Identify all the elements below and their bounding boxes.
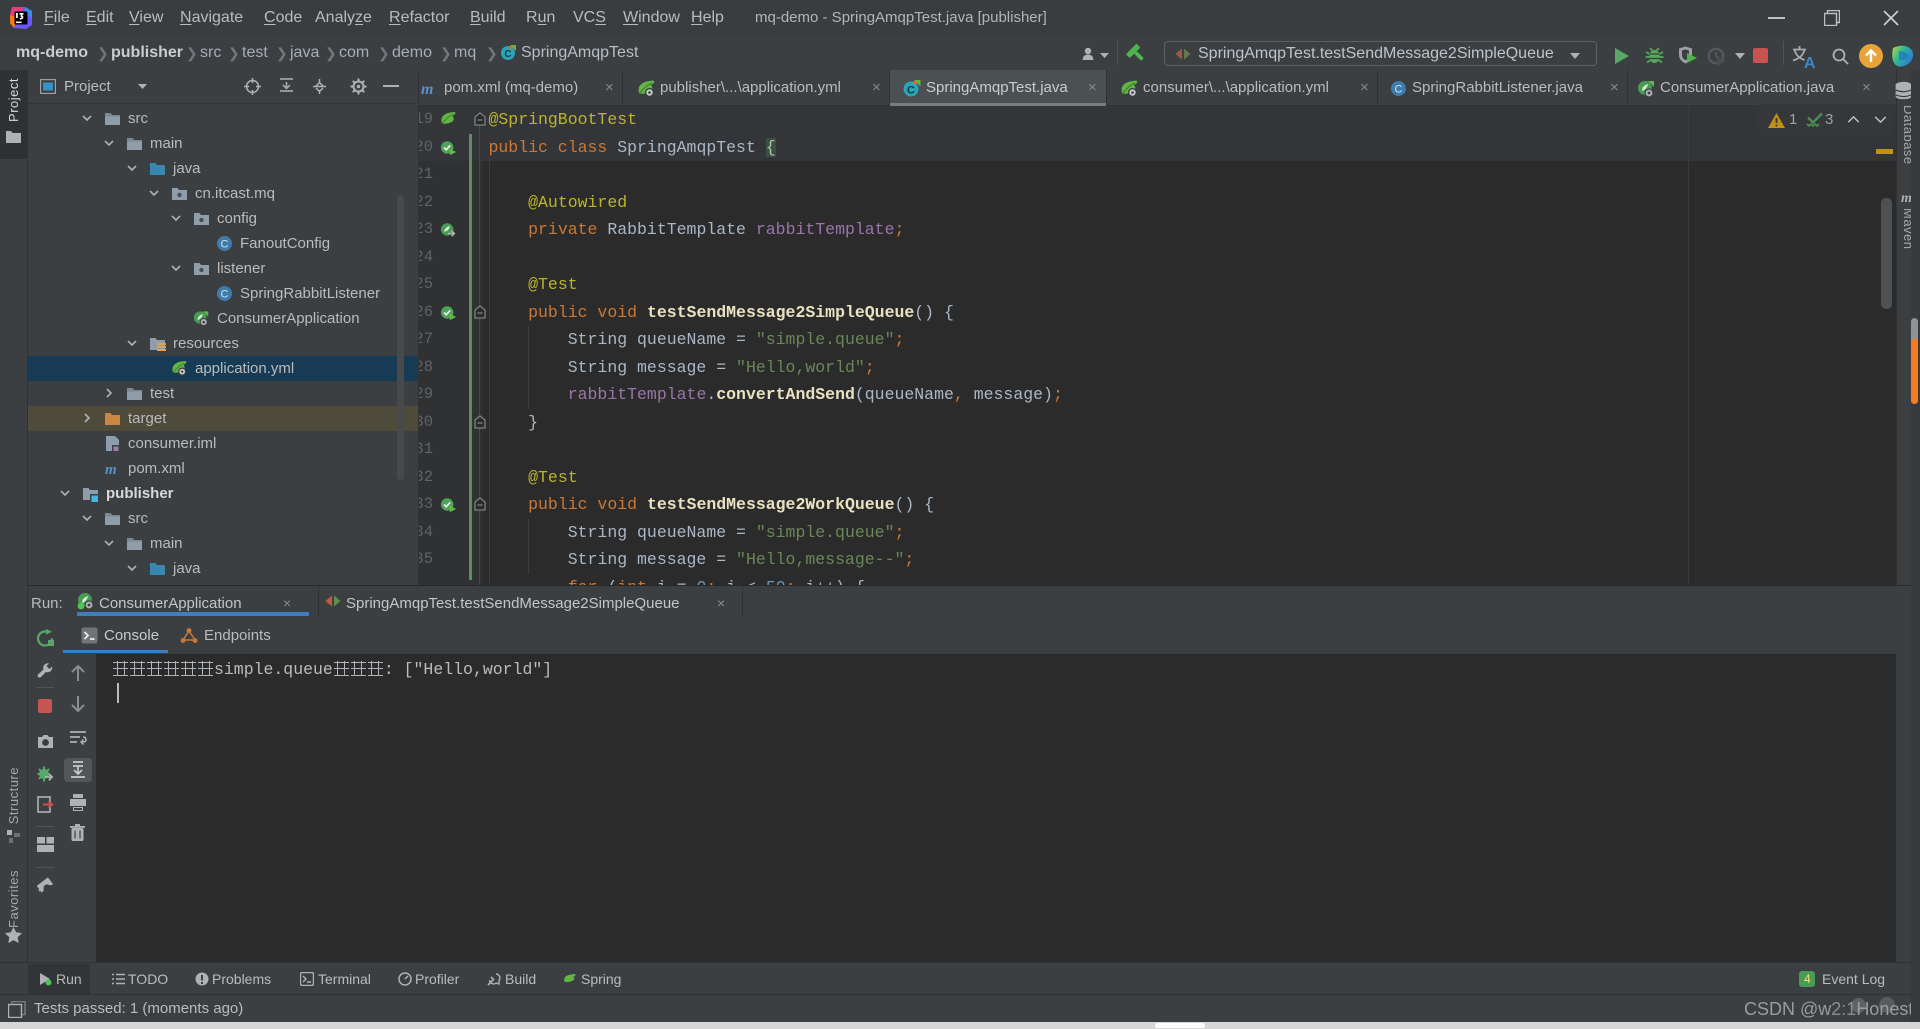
svg-text:m: m xyxy=(105,462,117,477)
svg-text:C: C xyxy=(221,239,229,251)
svg-text:C: C xyxy=(504,49,511,60)
svg-text:C: C xyxy=(1395,84,1403,96)
svg-text:C: C xyxy=(221,289,229,301)
svg-text:A: A xyxy=(1804,55,1816,69)
svg-text:m: m xyxy=(421,81,433,97)
svg-text:C: C xyxy=(907,85,915,97)
